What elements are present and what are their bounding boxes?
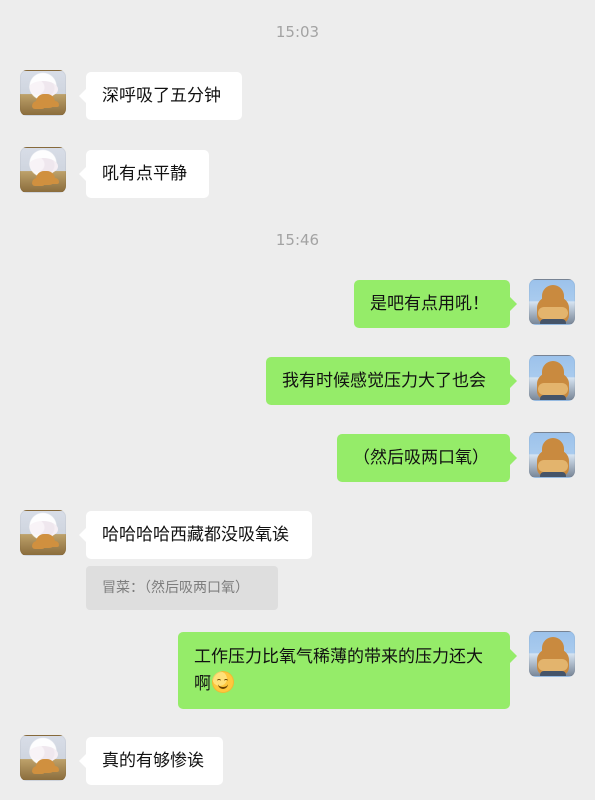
contact-avatar-icon[interactable] <box>20 510 66 556</box>
message-text: 是吧有点用吼！ <box>370 294 489 314</box>
message-text: 真的有够惨诶 <box>102 751 204 771</box>
emoji-eye-icon <box>224 679 228 682</box>
message-text-line-2: 啊 <box>194 671 494 698</box>
message-bubble-left-2[interactable]: 吼有点平静 <box>79 150 209 198</box>
message-bubble-left-1[interactable]: 深呼吸了五分钟 <box>79 72 242 120</box>
user-avatar-icon[interactable] <box>529 279 575 325</box>
user-avatar-icon[interactable] <box>529 355 575 401</box>
message-text: 深呼吸了五分钟 <box>102 86 221 106</box>
message-bubble-right-4[interactable]: 工作压力比氧气稀薄的带来的压力还大 啊 <box>178 632 517 709</box>
message-text-line-1: 工作压力比氧气稀薄的带来的压力还大 <box>194 647 483 667</box>
message-bubble-left-4[interactable]: 真的有够惨诶 <box>79 737 223 785</box>
user-avatar-icon[interactable] <box>529 631 575 677</box>
quote-text: 冒菜：（然后吸两口氧） <box>102 580 249 596</box>
contact-avatar-icon[interactable] <box>20 147 66 193</box>
user-avatar-icon[interactable] <box>529 432 575 478</box>
message-text: （然后吸两口氧） <box>353 448 489 468</box>
message-text-line-2-text: 啊 <box>194 674 211 694</box>
message-text: 哈哈哈哈西藏都没吸氧诶 <box>102 525 289 545</box>
quoted-message[interactable]: 冒菜：（然后吸两口氧） <box>86 566 278 610</box>
message-bubble-right-1[interactable]: 是吧有点用吼！ <box>354 280 517 328</box>
chat-window: 15:03 深呼吸了五分钟 吼有点平静 15:46 是吧有点用吼！ 我有时候感觉… <box>0 0 595 800</box>
message-bubble-right-2[interactable]: 我有时候感觉压力大了也会 <box>266 357 517 405</box>
timestamp-2: 15:46 <box>275 231 320 249</box>
timestamp-1: 15:03 <box>275 23 320 41</box>
message-text: 我有时候感觉压力大了也会 <box>282 371 486 391</box>
message-bubble-right-3[interactable]: （然后吸两口氧） <box>337 434 517 482</box>
message-bubble-left-3[interactable]: 哈哈哈哈西藏都没吸氧诶 <box>79 511 312 559</box>
smiling-face-emoji-icon <box>212 671 234 693</box>
contact-avatar-icon[interactable] <box>20 735 66 781</box>
contact-avatar-icon[interactable] <box>20 70 66 116</box>
message-text: 吼有点平静 <box>102 164 187 184</box>
